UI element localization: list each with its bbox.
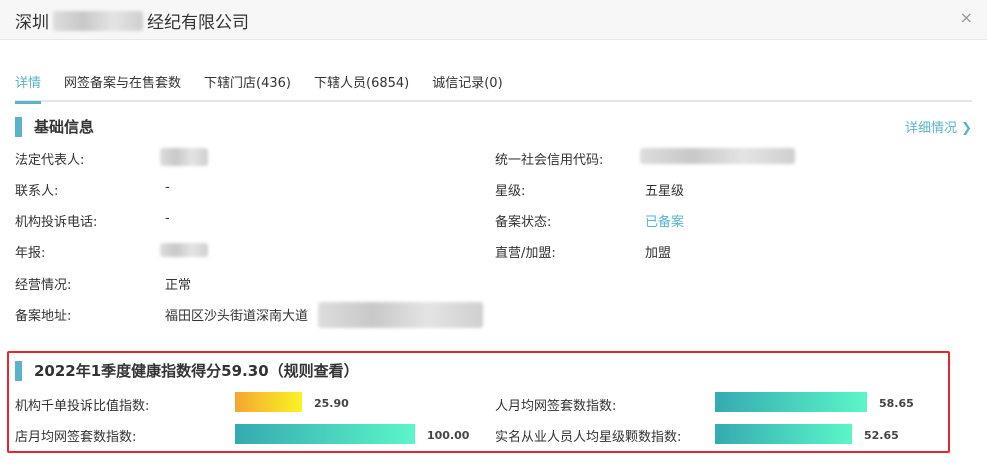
- field-label: 备案状态:: [495, 215, 552, 230]
- status-value: 已备案: [645, 215, 685, 230]
- details-link[interactable]: 详细情况 ❯: [905, 117, 972, 136]
- field-value: -: [165, 211, 170, 226]
- field-label: 法定代表人:: [15, 153, 85, 168]
- section-title: 基础信息: [34, 118, 95, 136]
- field-value: 五星级: [645, 184, 685, 199]
- tabs: 详情 网签备案与在售套数 下辖门店(436) 下辖人员(6854) 诚信记录(0…: [15, 72, 503, 104]
- index-bar: [235, 392, 303, 412]
- index-bar: [715, 424, 852, 444]
- index-value: 100.00: [427, 429, 470, 442]
- index-value: 25.90: [314, 397, 349, 410]
- tab-stores[interactable]: 下辖门店(436): [204, 72, 291, 104]
- close-icon[interactable]: ×: [960, 8, 973, 27]
- index-bar: [235, 424, 415, 444]
- redacted-value: [160, 243, 208, 257]
- section-marker: [15, 360, 22, 381]
- redacted-name: [53, 10, 143, 31]
- redacted-value: [160, 148, 208, 166]
- index-value: 58.65: [879, 397, 914, 410]
- index-bar: [715, 392, 868, 412]
- index-value: 52.65: [864, 429, 899, 442]
- section-marker: [15, 116, 22, 137]
- index-label: 人月均网签套数指数:: [495, 399, 617, 414]
- field-value: 加盟: [645, 246, 672, 261]
- index-label: 店月均网签套数指数:: [15, 430, 137, 445]
- health-title[interactable]: 2022年1季度健康指数得分59.30（规则查看）: [34, 360, 359, 381]
- field-value: -: [165, 180, 170, 195]
- tab-staff[interactable]: 下辖人员(6854): [314, 72, 409, 104]
- field-label: 备案地址:: [15, 309, 72, 324]
- field-label: 经营情况:: [15, 278, 72, 293]
- field-label: 机构投诉电话:: [15, 215, 98, 230]
- tab-contracts[interactable]: 网签备案与在售套数: [64, 72, 181, 104]
- field-label: 年报:: [15, 246, 46, 261]
- dialog-header: 深圳 经纪有限公司 ×: [0, 0, 987, 40]
- title-prefix: 深圳: [15, 13, 49, 33]
- tab-credit[interactable]: 诚信记录(0): [432, 72, 502, 104]
- tab-details[interactable]: 详情: [15, 72, 42, 104]
- index-label: 机构千单投诉比值指数:: [15, 399, 150, 414]
- redacted-address: [318, 302, 483, 328]
- address-value: 福田区沙头街道深南大道: [165, 309, 309, 324]
- field-label: 联系人:: [15, 184, 59, 199]
- section-basic-info: 基础信息: [15, 116, 94, 137]
- section-health-index: 2022年1季度健康指数得分59.30（规则查看）: [15, 360, 359, 381]
- title-suffix: 经纪有限公司: [147, 13, 249, 33]
- field-label: 星级:: [495, 184, 526, 199]
- dialog-title: 深圳 经纪有限公司: [15, 8, 249, 33]
- redacted-value: [640, 148, 795, 164]
- field-value: 正常: [165, 278, 192, 293]
- field-label: 直营/加盟:: [495, 246, 556, 261]
- index-label: 实名从业人员人均星级颗数指数:: [495, 430, 682, 445]
- field-label: 统一社会信用代码:: [495, 153, 604, 168]
